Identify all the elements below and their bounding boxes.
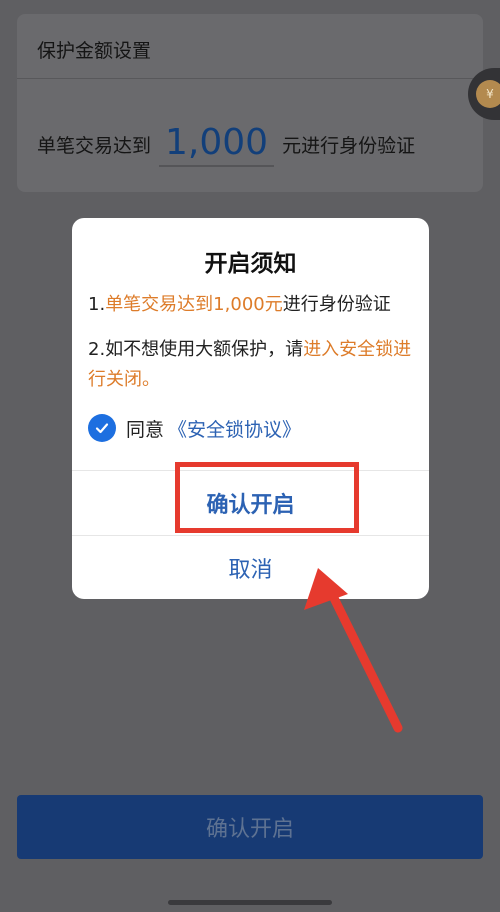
protection-settings-page: 保护金额设置 单笔交易达到 1,000 元进行身份验证 ¥ 确认开启 开启须知 … xyxy=(0,0,500,912)
annotation-arrow-icon xyxy=(304,568,403,733)
